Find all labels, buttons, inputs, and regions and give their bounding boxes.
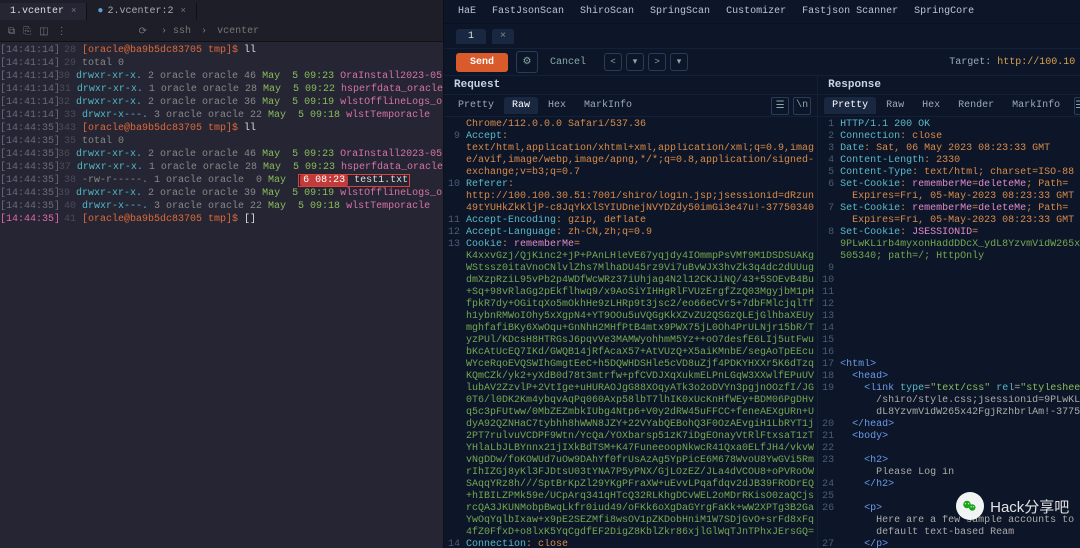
subtab-raw[interactable]: Raw	[504, 97, 538, 114]
ext-tab-hae[interactable]: HaE	[458, 6, 476, 17]
wrap-icon[interactable]: ☰	[771, 97, 789, 115]
editor-tab-1[interactable]: ● 2.vcenter:2×	[87, 3, 196, 20]
terminal-output[interactable]: [14:41:14]28[oracle@ba9b5dc83705 tmp]$ l…	[0, 42, 443, 548]
subtab-hex[interactable]: Hex	[914, 97, 948, 114]
request-body[interactable]: Chrome/112.0.0.0 Safari/537.369Accept: t…	[444, 117, 817, 548]
wechat-icon	[956, 492, 984, 520]
request-tabs: 1 ×	[444, 24, 1080, 48]
subtab-markinfo[interactable]: MarkInfo	[576, 97, 640, 114]
ext-tab-springscan[interactable]: SpringScan	[650, 6, 710, 17]
proxy-panel: HaE FastJsonScan ShiroScan SpringScan Custom…	[444, 0, 1080, 548]
editor-tab-0[interactable]: 1.vcenter×	[0, 3, 87, 20]
subtab-markinfo[interactable]: MarkInfo	[1004, 97, 1068, 114]
history-prev-icon[interactable]: <	[604, 53, 622, 71]
gear-icon[interactable]: ⚙	[516, 51, 538, 73]
watermark-text: Hack分享吧	[990, 496, 1069, 517]
request-tab-close[interactable]: ×	[492, 29, 514, 44]
breadcrumb: › ssh › vcenter	[161, 26, 259, 37]
subtab-render[interactable]: Render	[950, 97, 1002, 114]
send-button[interactable]: Send	[456, 53, 508, 72]
extension-tabs: HaE FastJsonScan ShiroScan SpringScan Custom…	[444, 0, 1080, 24]
editor-tabs: 1.vcenter×● 2.vcenter:2×	[0, 0, 443, 22]
action-bar: Send ⚙ Cancel < ▾ > ▾ Target: http://100…	[444, 48, 1080, 76]
request-tab-1[interactable]: 1	[456, 29, 486, 44]
terminal-toolbar: ⧉ ⎘ ◫ ⋮ ⟳ › ssh › vcenter	[0, 22, 443, 42]
response-header: Response	[818, 76, 1080, 95]
history-chev2-icon[interactable]: ▾	[670, 53, 688, 71]
request-subtabs: PrettyRawHexMarkInfo ☰\n	[444, 95, 817, 117]
response-body[interactable]: 1HTTP/1.1 200 OK2Connection: close3Date:…	[818, 117, 1080, 548]
copy-icon[interactable]: ⧉	[8, 26, 15, 38]
ext-tab-springcore[interactable]: SpringCore	[914, 6, 974, 17]
terminal-panel: 1.vcenter×● 2.vcenter:2× ⧉ ⎘ ◫ ⋮ ⟳ › ssh…	[0, 0, 444, 548]
refresh-icon[interactable]: ⟳	[139, 26, 147, 38]
history-next-icon[interactable]: >	[648, 53, 666, 71]
history-chev-icon[interactable]: ▾	[626, 53, 644, 71]
paste-icon[interactable]: ⎘	[23, 26, 31, 38]
response-pane: Response PrettyRawHexRenderMarkInfo☰\n 1…	[817, 76, 1080, 548]
subtab-raw[interactable]: Raw	[878, 97, 912, 114]
more-icon[interactable]: ⋮	[57, 26, 67, 38]
ext-tab-fastjson scanner[interactable]: Fastjson Scanner	[802, 6, 898, 17]
subtab-pretty[interactable]: Pretty	[824, 97, 876, 114]
request-pane: Request PrettyRawHexMarkInfo ☰\n Chrome/1…	[444, 76, 817, 548]
watermark: Hack分享吧	[956, 492, 1069, 520]
wrap-icon[interactable]: ☰	[1074, 97, 1080, 115]
ext-tab-fastjsonscan[interactable]: FastJsonScan	[492, 6, 564, 17]
ext-tab-shiroscan[interactable]: ShiroScan	[580, 6, 634, 17]
subtab-hex[interactable]: Hex	[540, 97, 574, 114]
split-icon[interactable]: ◫	[39, 26, 48, 38]
response-subtabs: PrettyRawHexRenderMarkInfo☰\n	[818, 95, 1080, 117]
ext-tab-customizer[interactable]: Customizer	[726, 6, 786, 17]
newline-icon[interactable]: \n	[793, 97, 811, 115]
subtab-pretty[interactable]: Pretty	[450, 97, 502, 114]
request-header: Request	[444, 76, 817, 95]
target-label: Target: http://100.10	[949, 57, 1075, 68]
cancel-button[interactable]: Cancel	[550, 57, 586, 68]
